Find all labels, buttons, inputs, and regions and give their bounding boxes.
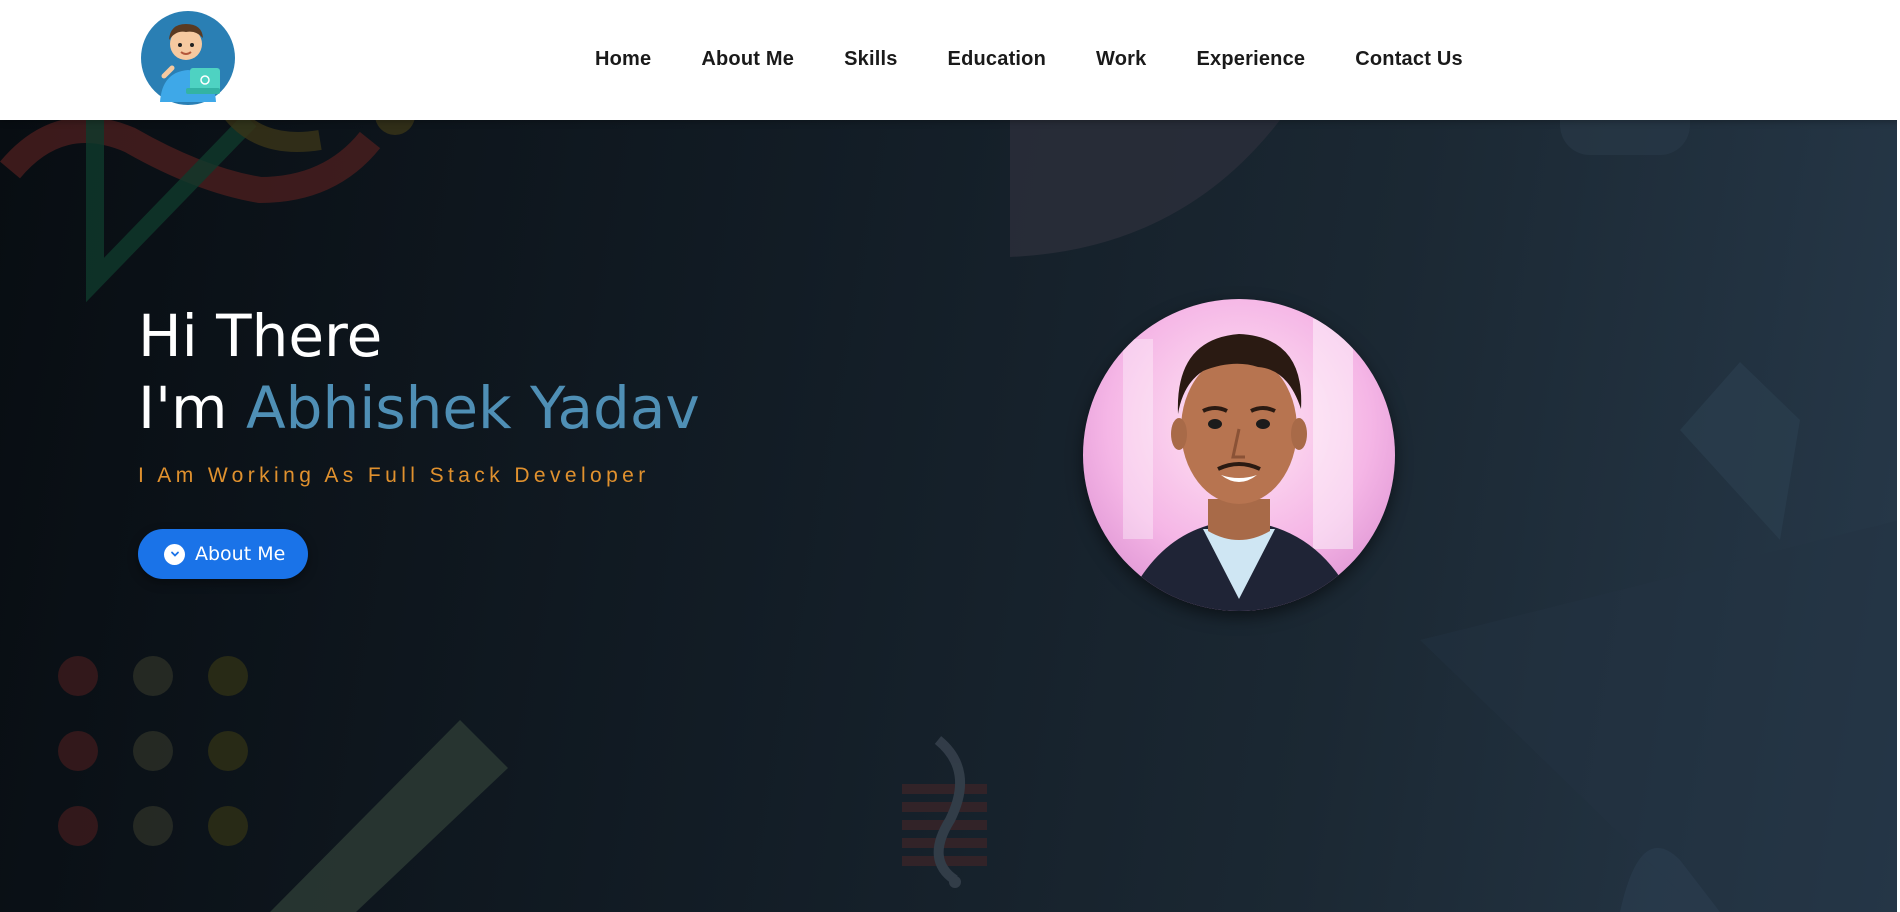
nav-item-education: Education <box>948 48 1046 71</box>
hero-section: Hi There I'm Abhishek Yadav I Am Working… <box>0 120 1900 912</box>
striped-curve <box>902 736 987 888</box>
hero-greeting: Hi There I'm Abhishek Yadav <box>138 300 700 444</box>
nav-link-about[interactable]: About Me <box>701 48 794 70</box>
profile-photo <box>1083 299 1395 611</box>
nav-link-skills[interactable]: Skills <box>844 48 897 70</box>
site-header: Home About Me Skills Education Work Expe… <box>0 0 1900 120</box>
hero-name: Abhishek Yadav <box>246 374 700 442</box>
nav-link-education[interactable]: Education <box>948 48 1046 70</box>
hero-tagline: I Am Working As Full Stack Developer <box>138 464 650 487</box>
logo-link[interactable] <box>140 10 236 106</box>
half-circle-shape <box>1010 120 1280 257</box>
nav-item-skills: Skills <box>844 48 897 71</box>
nav-link-work[interactable]: Work <box>1096 48 1146 70</box>
diagonal-band <box>270 720 508 912</box>
background-decorations <box>0 120 1900 912</box>
nav-link-contact[interactable]: Contact Us <box>1355 48 1463 70</box>
main-nav: Home About Me Skills Education Work Expe… <box>595 48 1513 71</box>
nav-link-experience[interactable]: Experience <box>1196 48 1305 70</box>
nav-item-about: About Me <box>701 48 794 71</box>
nav-item-work: Work <box>1096 48 1146 71</box>
greeting-prefix: I'm <box>138 374 246 442</box>
greeting-line1: Hi There <box>138 302 383 370</box>
about-me-button-label: About Me <box>195 543 286 565</box>
about-me-button[interactable]: About Me <box>138 529 308 579</box>
nav-item-experience: Experience <box>1196 48 1305 71</box>
dot-grid <box>58 656 248 846</box>
chevron-down-circle-icon <box>164 543 185 565</box>
nav-link-home[interactable]: Home <box>595 48 651 70</box>
nav-item-contact: Contact Us <box>1355 48 1463 71</box>
nav-item-home: Home <box>595 48 651 71</box>
developer-avatar-icon <box>141 11 235 105</box>
